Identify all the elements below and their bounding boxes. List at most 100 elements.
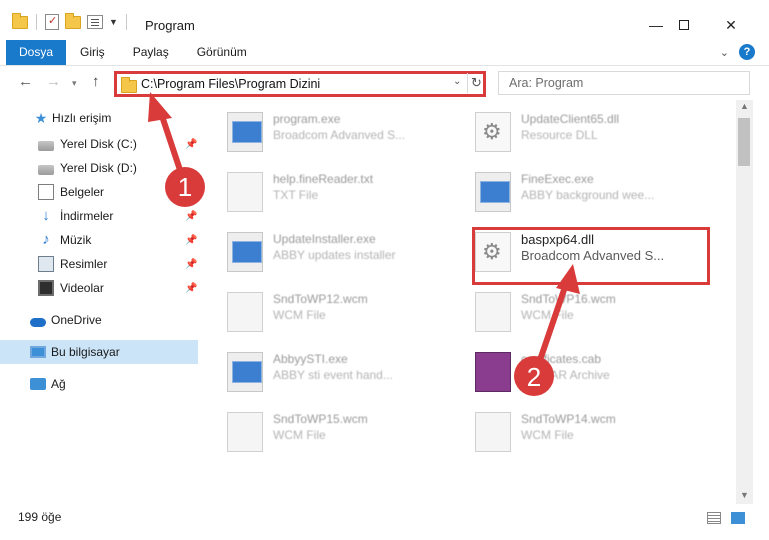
file-item[interactable]: help.fineReader.txt TXT File [205,164,435,216]
vertical-scrollbar[interactable]: ▲ ▼ [736,100,753,504]
scroll-thumb[interactable] [738,118,750,166]
download-icon: ↓ [42,207,50,224]
file-item[interactable]: UpdateClient65.dll Resource DLL [453,104,683,156]
tab-home[interactable]: Giriş [66,40,119,65]
file-list: program.exe Broadcom Advanved S... Updat… [205,100,735,504]
sidebar-item-label: Bu bilgisayar [51,345,120,359]
sidebar-item-label: Ağ [51,377,66,391]
details-view-icon[interactable] [707,512,721,524]
exe-icon [227,232,263,272]
sidebar-item-label: Yerel Disk (C:) [60,137,137,151]
disk-icon [38,164,54,175]
file-item[interactable]: SndToWP14.wcm WCM File [453,404,683,456]
file-name: SndToWP15.wcm [273,412,368,426]
navigation-bar: ← → ▾ ↑ C:\Program Files\Program Dizini … [0,66,769,100]
forward-arrow-icon[interactable]: → [46,73,61,90]
sidebar-item-videos[interactable]: Videolar 📌 [0,276,198,300]
computer-icon [30,346,46,358]
text-file-icon [227,172,263,212]
sidebar-item-label: Resimler [60,257,108,271]
search-box[interactable]: Ara: Program [498,71,750,95]
file-item[interactable]: UpdateInstaller.exe ABBY updates install… [205,224,435,276]
sidebar-item-label: Yerel Disk (D:) [60,161,137,175]
highlight-box-dll [472,227,710,285]
videos-icon [38,280,54,296]
file-item[interactable]: program.exe Broadcom Advanved S... [205,104,435,156]
file-name: certificates.cab [521,352,602,366]
file-item[interactable]: SndToWP12.wcm WCM File [205,284,435,336]
file-name: program.exe [273,112,341,126]
file-name: SndToWP14.wcm [521,412,616,426]
address-path[interactable]: C:\Program Files\Program Dizini [141,77,320,91]
pin-icon[interactable]: 📌 [185,283,197,294]
title-bar: ▼ Program — ✕ [0,0,769,40]
sidebar-item-onedrive[interactable]: OneDrive [0,308,198,332]
sidebar-item-local-disk-c[interactable]: Yerel Disk (C:) 📌 [0,132,198,156]
scroll-up-icon[interactable]: ▲ [740,101,749,111]
sidebar-item-this-pc[interactable]: Bu bilgisayar [0,340,198,364]
pin-icon[interactable]: 📌 [185,235,197,246]
file-icon [475,292,511,332]
dll-icon [475,112,511,152]
maximize-button[interactable] [661,10,707,40]
large-icons-view-icon[interactable] [731,512,745,524]
network-icon [30,378,46,390]
tab-file[interactable]: Dosya [6,40,67,65]
sidebar-item-label: Belgeler [60,185,105,199]
view-options-icon[interactable] [87,15,103,29]
exe-icon [227,352,263,392]
file-description: Broadcom Advanved S... [273,128,406,142]
file-icon [227,292,263,332]
sidebar-item-downloads[interactable]: ↓ İndirmeler 📌 [0,204,198,228]
scroll-down-icon[interactable]: ▼ [740,490,749,500]
up-arrow-icon[interactable]: ↑ [92,73,100,90]
back-arrow-icon[interactable]: ← [18,73,33,90]
expand-ribbon-icon[interactable]: ⌄ [720,46,729,59]
file-description: TXT File [273,188,319,202]
folder-icon [121,77,137,93]
sidebar-item-pictures[interactable]: Resimler 📌 [0,252,198,276]
new-folder-icon[interactable] [65,12,81,29]
recent-locations-icon[interactable]: ▾ [72,78,77,89]
maximize-icon [679,20,689,30]
pin-icon[interactable]: 📌 [185,259,197,270]
search-placeholder[interactable]: Ara: Program [509,76,583,90]
file-name: UpdateInstaller.exe [273,232,376,246]
file-name: SndToWP12.wcm [273,292,368,306]
file-item[interactable]: certificates.cab WinRAR Archive [453,344,683,396]
item-count: 199 öğe [18,510,62,524]
tab-view[interactable]: Görünüm [183,40,261,65]
status-bar: 199 öğe [0,504,769,540]
refresh-icon[interactable]: ↻ [467,73,485,93]
file-item[interactable]: SndToWP16.wcm WCM File [453,284,683,336]
file-item[interactable]: FineExec.exe ABBY background wee... [453,164,683,216]
sidebar-item-network[interactable]: Ağ [0,372,198,396]
sidebar-item-label: OneDrive [51,313,102,327]
file-name: SndToWP16.wcm [521,292,616,306]
file-description: ABBY sti event hand... [273,368,393,382]
file-name: AbbyySTI.exe [273,352,348,366]
file-icon [475,412,511,452]
pin-icon[interactable]: 📌 [185,187,197,198]
pin-icon[interactable]: 📌 [185,211,197,222]
sidebar-item-quick-access[interactable]: ★ Hızlı erişim [0,106,198,130]
file-description: WCM File [273,428,326,442]
file-item[interactable]: AbbyySTI.exe ABBY sti event hand... [205,344,435,396]
file-item[interactable]: SndToWP15.wcm WCM File [205,404,435,456]
file-description: ABBY background wee... [521,188,655,202]
close-button[interactable]: ✕ [708,10,754,40]
sidebar-item-music[interactable]: ♪ Müzik 📌 [0,228,198,252]
help-icon[interactable]: ? [739,44,755,60]
navigation-pane: ★ Hızlı erişim Yerel Disk (C:) 📌 Yerel D… [0,100,200,504]
properties-check-icon[interactable] [45,14,59,30]
sidebar-item-local-disk-d[interactable]: Yerel Disk (D:) [0,156,198,180]
pin-icon[interactable]: 📌 [185,139,197,150]
address-bar[interactable]: C:\Program Files\Program Dizini ⌄ ↻ [114,71,486,97]
folder-icon[interactable] [12,12,28,29]
sidebar-item-label: Hızlı erişim [52,111,112,125]
address-history-icon[interactable]: ⌄ [453,76,461,87]
sidebar-item-documents[interactable]: Belgeler 📌 [0,180,198,204]
music-icon: ♪ [42,231,50,248]
tab-share[interactable]: Paylaş [119,40,183,65]
customize-dropdown-icon[interactable]: ▼ [109,17,118,27]
